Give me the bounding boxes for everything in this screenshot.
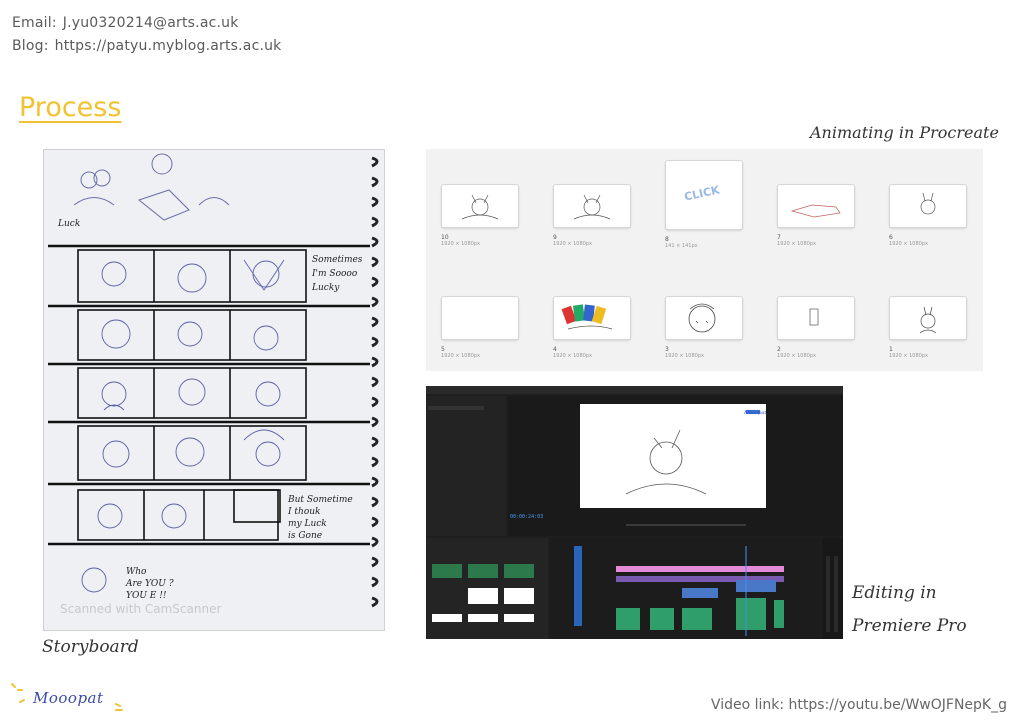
frame-number: 9: [553, 234, 557, 241]
frame-card[interactable]: CLICK 8 141 × 141px: [665, 160, 743, 249]
frame-size: 1920 × 1080px: [553, 353, 592, 359]
email-label: Email:: [12, 15, 57, 31]
frame-size: 1920 × 1080px: [777, 241, 816, 247]
frame-thumbnail: [889, 184, 967, 228]
frame-thumbnail: [889, 296, 967, 340]
brand-wordmark: Mooopat: [33, 689, 104, 707]
frame-size: 1920 × 1080px: [553, 241, 592, 247]
frame-thumbnail: [665, 296, 743, 340]
frame-card[interactable]: 7 1920 × 1080px: [777, 184, 855, 247]
blog-line: Blog: https://patyu.myblog.arts.ac.uk: [12, 38, 282, 54]
storyboard-handwriting: Who: [126, 567, 147, 577]
blog-url[interactable]: https://patyu.myblog.arts.ac.uk: [55, 38, 282, 54]
program-monitor-logo: Mooopat: [743, 410, 767, 416]
frame-number: 1: [889, 346, 893, 353]
page-title: Process: [19, 92, 122, 123]
program-timecode: 00:00:24:03: [510, 514, 543, 520]
premiere-label-line2: Premiere Pro: [852, 616, 967, 636]
premiere-pro-screenshot: Mooopat 00:00:24:03: [426, 386, 843, 639]
procreate-frame-gallery: 10 1920 × 1080px 9 1920 × 1080px CLICK 8…: [426, 149, 983, 371]
email-address[interactable]: J.yu0320214@arts.ac.uk: [63, 15, 239, 31]
frame-thumbnail: [553, 184, 631, 228]
frame-card[interactable]: 10 1920 × 1080px: [441, 184, 519, 247]
frame-size: 1920 × 1080px: [889, 241, 928, 247]
premiere-label-line1: Editing in: [852, 583, 937, 603]
premiere-ui-graphic: Mooopat 00:00:24:03: [426, 386, 843, 639]
procreate-label: Animating in Procreate: [810, 123, 999, 142]
frame-number: 8: [665, 236, 669, 243]
frame-number: 7: [777, 234, 781, 241]
frame-card[interactable]: 4 1920 × 1080px: [553, 296, 631, 359]
frame-size: 141 × 141px: [665, 243, 698, 249]
frame-size: 1920 × 1080px: [665, 353, 704, 359]
storyboard-handwriting: Lucky: [311, 283, 340, 293]
storyboard-handwriting: YOU E !!: [126, 591, 167, 601]
click-text-art: CLICK: [683, 183, 721, 204]
storyboard-handwriting: Are YOU ?: [125, 579, 174, 589]
storyboard-handwriting: I'm Soooo: [311, 269, 358, 279]
frame-thumbnail: [777, 296, 855, 340]
frame-card[interactable]: 9 1920 × 1080px: [553, 184, 631, 247]
email-line: Email: J.yu0320214@arts.ac.uk: [12, 15, 239, 31]
video-link[interactable]: Video link: https://youtu.be/WwOJFNepK_g: [711, 697, 1007, 713]
storyboard-handwriting: But Sometime: [287, 495, 353, 505]
storyboard-handwriting: Sometimes: [312, 255, 363, 265]
frame-thumbnail: [777, 184, 855, 228]
blog-label: Blog:: [12, 38, 49, 54]
storyboard-handwriting: Luck: [57, 219, 80, 229]
scanner-watermark: Scanned with CamScanner: [60, 602, 222, 616]
frame-number: 10: [441, 234, 449, 241]
frame-card[interactable]: 6 1920 × 1080px: [889, 184, 967, 247]
frame-card[interactable]: 1 1920 × 1080px: [889, 296, 967, 359]
frame-number: 3: [665, 346, 669, 353]
frame-card[interactable]: 3 1920 × 1080px: [665, 296, 743, 359]
frame-thumbnail: [553, 296, 631, 340]
frame-size: 1920 × 1080px: [777, 353, 816, 359]
storyboard-label: Storyboard: [42, 637, 139, 657]
frame-thumbnail: [441, 296, 519, 340]
frame-thumbnail: CLICK: [665, 160, 743, 230]
storyboard-handwriting: I thouk: [287, 507, 321, 517]
storyboard-handwriting: is Gone: [288, 531, 322, 541]
frame-card[interactable]: 5 1920 × 1080px: [441, 296, 519, 359]
frame-number: 2: [777, 346, 781, 353]
frame-number: 4: [553, 346, 557, 353]
storyboard-handwriting: my Luck: [288, 519, 327, 529]
frame-size: 1920 × 1080px: [441, 241, 480, 247]
frame-card[interactable]: 2 1920 × 1080px: [777, 296, 855, 359]
frame-size: 1920 × 1080px: [889, 353, 928, 359]
frame-number: 5: [441, 346, 445, 353]
storyboard-sketch: Luck Sometimes I'm Soooo Lucky But Sometime I…: [48, 153, 379, 608]
storyboard-image: Luck Sometimes I'm Soooo Lucky But Sometime I…: [43, 149, 385, 631]
frame-thumbnail: [441, 184, 519, 228]
frame-size: 1920 × 1080px: [441, 353, 480, 359]
frame-number: 6: [889, 234, 893, 241]
